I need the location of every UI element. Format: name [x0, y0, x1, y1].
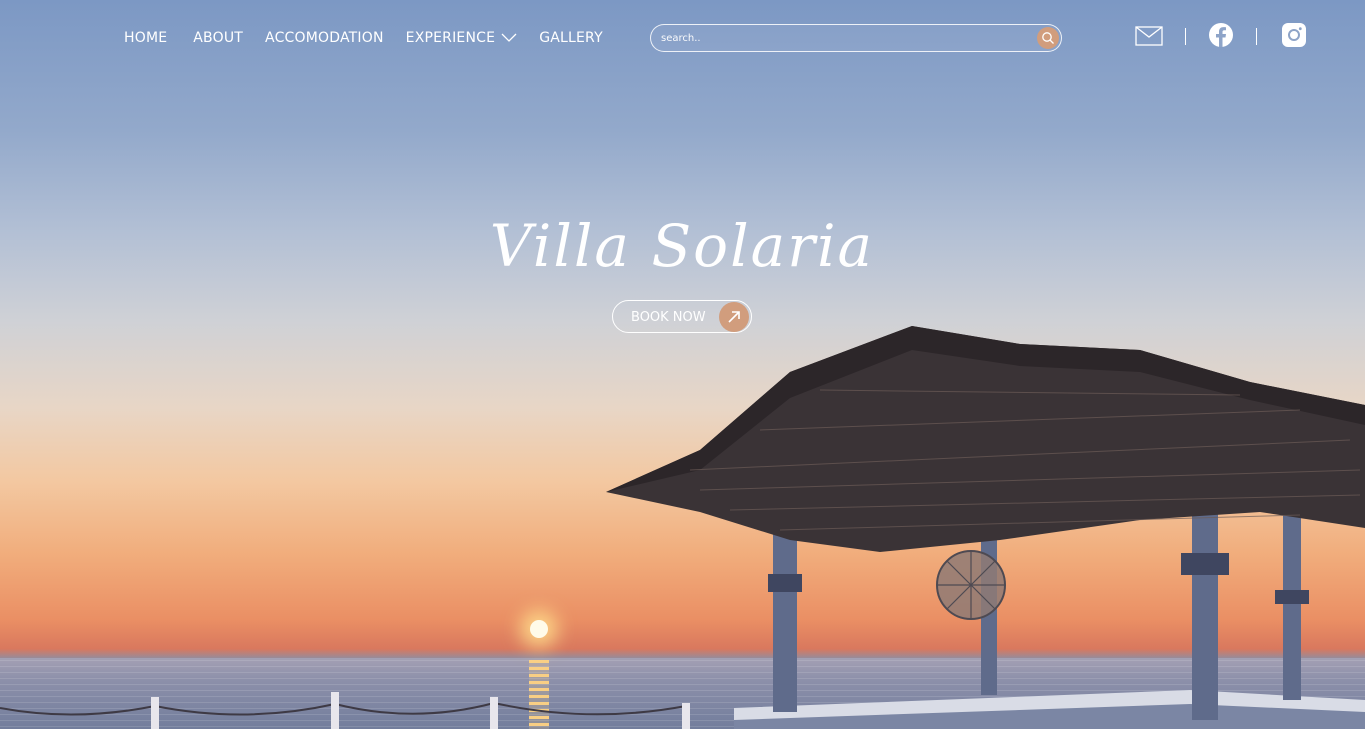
nav-item-home[interactable]: HOME — [124, 30, 167, 46]
social-links — [1135, 22, 1307, 50]
search-icon — [1042, 32, 1054, 44]
hero: HOME ABOUT ACCOMODATION EXPERIENCE GALLE… — [0, 0, 1365, 729]
nav-item-experience-label: EXPERIENCE — [405, 30, 496, 46]
nav-item-gallery[interactable]: GALLERY — [539, 30, 603, 46]
search-bar — [650, 24, 1062, 52]
search-button[interactable] — [1037, 27, 1059, 49]
book-now-label: BOOK NOW — [631, 310, 706, 325]
mail-icon[interactable] — [1135, 26, 1163, 46]
site-title: Villa Solaria — [489, 212, 875, 280]
arrow-up-right-icon — [719, 302, 749, 332]
facebook-icon[interactable] — [1208, 22, 1234, 48]
main-nav: HOME ABOUT ACCOMODATION EXPERIENCE GALLE… — [124, 30, 625, 46]
nav-item-accomodation[interactable]: ACCOMODATION — [265, 30, 384, 46]
nav-item-about[interactable]: ABOUT — [193, 30, 243, 46]
beach-gazebo-silhouette — [0, 326, 1365, 729]
book-now-button[interactable]: BOOK NOW — [612, 300, 752, 333]
separator — [1256, 28, 1257, 45]
instagram-icon[interactable] — [1281, 22, 1307, 48]
chevron-down-icon — [501, 33, 517, 42]
search-input[interactable] — [659, 28, 1023, 48]
separator — [1185, 28, 1186, 45]
nav-item-experience[interactable]: EXPERIENCE — [406, 30, 518, 46]
